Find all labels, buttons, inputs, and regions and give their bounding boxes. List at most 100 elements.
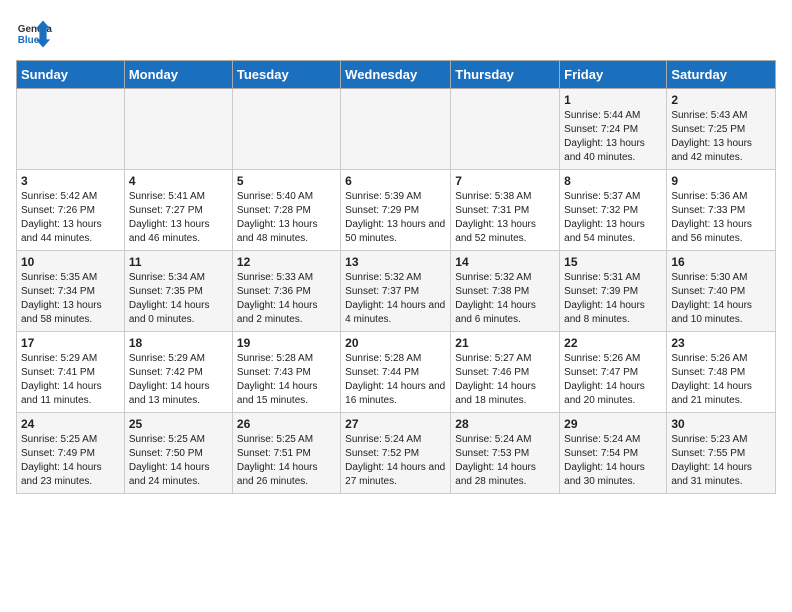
day-number: 21 [455,336,555,350]
day-number: 15 [564,255,662,269]
day-info: Sunrise: 5:37 AM Sunset: 7:32 PM Dayligh… [564,190,662,246]
day-info: Sunrise: 5:31 AM Sunset: 7:39 PM Dayligh… [564,271,662,327]
calendar-cell: 29Sunrise: 5:24 AM Sunset: 7:54 PM Dayli… [560,413,667,494]
day-number: 29 [564,417,662,431]
calendar-cell: 30 Sunrise: 5:23 AM Sunset: 7:55 PM Dayli… [667,413,776,494]
column-header-sunday: Sunday [17,61,125,89]
calendar-table: SundayMondayTuesdayWednesdayThursdayFrid… [16,60,776,494]
day-info: Sunrise: 5:29 AM Sunset: 7:41 PM Dayligh… [21,352,120,408]
logo: General Blue [16,16,52,52]
calendar-cell: 25Sunrise: 5:25 AM Sunset: 7:50 PM Dayli… [124,413,232,494]
day-info: Sunrise: 5:41 AM Sunset: 7:27 PM Dayligh… [129,190,228,246]
day-number: 7 [455,174,555,188]
day-number: 2 [671,93,771,107]
day-number: 4 [129,174,228,188]
calendar-cell: 10 Sunrise: 5:35 AM Sunset: 7:34 PM Dayli… [17,251,125,332]
calendar-cell: 4 Sunrise: 5:41 AM Sunset: 7:27 PM Daylig… [124,170,232,251]
column-header-tuesday: Tuesday [232,61,340,89]
calendar-cell: 3 Sunrise: 5:42 AM Sunset: 7:26 PM Daylig… [17,170,125,251]
day-info: Sunrise: 5:38 AM Sunset: 7:31 PM Dayligh… [455,190,555,246]
calendar-cell: 20 Sunrise: 5:28 AM Sunset: 7:44 PM Dayli… [341,332,451,413]
calendar-cell [341,89,451,170]
day-info: Sunrise: 5:32 AM Sunset: 7:37 PM Dayligh… [345,271,446,327]
calendar-cell: 26Sunrise: 5:25 AM Sunset: 7:51 PM Dayli… [232,413,340,494]
day-info: Sunrise: 5:25 AM Sunset: 7:49 PM Dayligh… [21,433,120,489]
day-number: 3 [21,174,120,188]
day-info: Sunrise: 5:24 AM Sunset: 7:52 PM Dayligh… [345,433,446,489]
day-info: Sunrise: 5:34 AM Sunset: 7:35 PM Dayligh… [129,271,228,327]
day-number: 22 [564,336,662,350]
calendar-cell: 6 Sunrise: 5:39 AM Sunset: 7:29 PM Daylig… [341,170,451,251]
day-number: 16 [671,255,771,269]
day-number: 17 [21,336,120,350]
day-number: 5 [237,174,336,188]
calendar-cell: 8 Sunrise: 5:37 AM Sunset: 7:32 PM Daylig… [560,170,667,251]
day-info: Sunrise: 5:23 AM Sunset: 7:55 PM Dayligh… [671,433,771,489]
day-number: 10 [21,255,120,269]
day-number: 18 [129,336,228,350]
day-number: 27 [345,417,446,431]
calendar-cell [232,89,340,170]
day-number: 30 [671,417,771,431]
day-info: Sunrise: 5:27 AM Sunset: 7:46 PM Dayligh… [455,352,555,408]
calendar-cell: 19 Sunrise: 5:28 AM Sunset: 7:43 PM Dayli… [232,332,340,413]
calendar-cell: 16 Sunrise: 5:30 AM Sunset: 7:40 PM Dayli… [667,251,776,332]
svg-text:Blue: Blue [18,35,40,46]
column-header-saturday: Saturday [667,61,776,89]
day-info: Sunrise: 5:35 AM Sunset: 7:34 PM Dayligh… [21,271,120,327]
calendar-cell: 14 Sunrise: 5:32 AM Sunset: 7:38 PM Dayli… [451,251,560,332]
day-info: Sunrise: 5:32 AM Sunset: 7:38 PM Dayligh… [455,271,555,327]
calendar-cell: 11 Sunrise: 5:34 AM Sunset: 7:35 PM Dayli… [124,251,232,332]
calendar-cell: 22 Sunrise: 5:26 AM Sunset: 7:47 PM Dayli… [560,332,667,413]
day-info: Sunrise: 5:43 AM Sunset: 7:25 PM Dayligh… [671,109,771,165]
day-info: Sunrise: 5:40 AM Sunset: 7:28 PM Dayligh… [237,190,336,246]
calendar-cell: 24 Sunrise: 5:25 AM Sunset: 7:49 PM Dayli… [17,413,125,494]
calendar-cell [124,89,232,170]
day-info: Sunrise: 5:30 AM Sunset: 7:40 PM Dayligh… [671,271,771,327]
day-number: 14 [455,255,555,269]
calendar-cell: 15 Sunrise: 5:31 AM Sunset: 7:39 PM Dayli… [560,251,667,332]
day-info: Sunrise: 5:39 AM Sunset: 7:29 PM Dayligh… [345,190,446,246]
day-number: 20 [345,336,446,350]
day-number: 9 [671,174,771,188]
column-header-monday: Monday [124,61,232,89]
day-info: Sunrise: 5:26 AM Sunset: 7:48 PM Dayligh… [671,352,771,408]
calendar-cell: 23 Sunrise: 5:26 AM Sunset: 7:48 PM Dayli… [667,332,776,413]
day-info: Sunrise: 5:24 AM Sunset: 7:53 PM Dayligh… [455,433,555,489]
calendar-cell: 13 Sunrise: 5:32 AM Sunset: 7:37 PM Dayli… [341,251,451,332]
column-header-friday: Friday [560,61,667,89]
day-number: 23 [671,336,771,350]
calendar-cell: 12 Sunrise: 5:33 AM Sunset: 7:36 PM Dayli… [232,251,340,332]
day-info: Sunrise: 5:44 AM Sunset: 7:24 PM Dayligh… [564,109,662,165]
calendar-cell: 28 Sunrise: 5:24 AM Sunset: 7:53 PM Dayli… [451,413,560,494]
day-number: 24 [21,417,120,431]
calendar-cell: 9Sunrise: 5:36 AM Sunset: 7:33 PM Daylig… [667,170,776,251]
day-info: Sunrise: 5:33 AM Sunset: 7:36 PM Dayligh… [237,271,336,327]
day-info: Sunrise: 5:42 AM Sunset: 7:26 PM Dayligh… [21,190,120,246]
day-info: Sunrise: 5:28 AM Sunset: 7:43 PM Dayligh… [237,352,336,408]
calendar-cell: 17 Sunrise: 5:29 AM Sunset: 7:41 PM Dayli… [17,332,125,413]
day-number: 6 [345,174,446,188]
day-number: 28 [455,417,555,431]
column-header-thursday: Thursday [451,61,560,89]
day-number: 26 [237,417,336,431]
day-info: Sunrise: 5:28 AM Sunset: 7:44 PM Dayligh… [345,352,446,408]
calendar-cell: 5 Sunrise: 5:40 AM Sunset: 7:28 PM Daylig… [232,170,340,251]
calendar-cell: 21 Sunrise: 5:27 AM Sunset: 7:46 PM Dayli… [451,332,560,413]
calendar-cell: 27 Sunrise: 5:24 AM Sunset: 7:52 PM Dayli… [341,413,451,494]
logo-icon: General Blue [16,16,52,52]
calendar-cell: 7 Sunrise: 5:38 AM Sunset: 7:31 PM Daylig… [451,170,560,251]
day-number: 11 [129,255,228,269]
calendar-cell: 18 Sunrise: 5:29 AM Sunset: 7:42 PM Dayli… [124,332,232,413]
day-number: 13 [345,255,446,269]
day-number: 8 [564,174,662,188]
column-header-wednesday: Wednesday [341,61,451,89]
calendar-cell: 2 Sunrise: 5:43 AM Sunset: 7:25 PM Daylig… [667,89,776,170]
calendar-cell: 1 Sunrise: 5:44 AM Sunset: 7:24 PM Daylig… [560,89,667,170]
day-info: Sunrise: 5:26 AM Sunset: 7:47 PM Dayligh… [564,352,662,408]
day-number: 1 [564,93,662,107]
calendar-cell [17,89,125,170]
day-info: Sunrise: 5:29 AM Sunset: 7:42 PM Dayligh… [129,352,228,408]
day-number: 12 [237,255,336,269]
day-number: 19 [237,336,336,350]
